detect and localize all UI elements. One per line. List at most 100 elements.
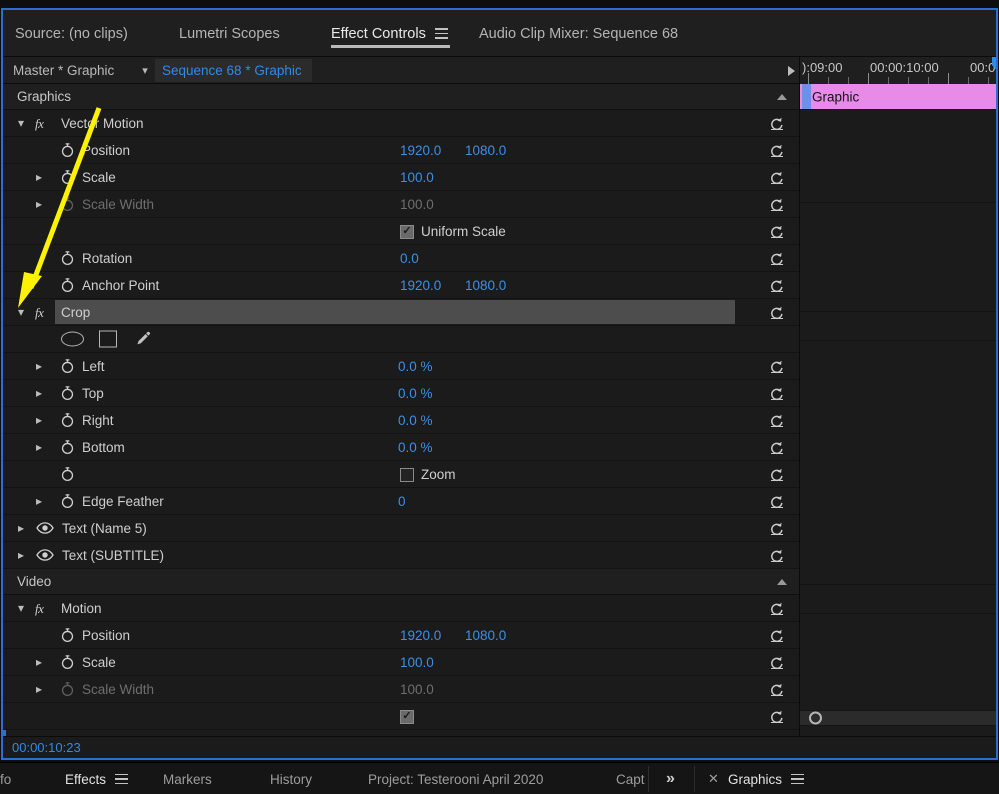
checkbox-unchecked-icon[interactable]: [400, 467, 414, 482]
param-value-y[interactable]: 1080.0: [465, 137, 506, 164]
bottom-tab-graphics[interactable]: Graphics: [728, 763, 805, 794]
tab-effect-controls[interactable]: Effect Controls: [331, 10, 450, 57]
disclosure-open-icon[interactable]: ▾: [13, 299, 29, 326]
param-row-scale[interactable]: ▸ Scale 100.0: [3, 164, 799, 191]
timeline-ruler[interactable]: ):09:00 00:00:10:00 00:0: [800, 57, 996, 84]
group-header-graphics[interactable]: Graphics: [3, 84, 799, 110]
checkbox-checked-icon[interactable]: ✓: [400, 224, 414, 239]
timeline-clip-bar[interactable]: Graphic: [800, 84, 996, 110]
panel-menu-icon[interactable]: [434, 28, 448, 39]
reset-icon[interactable]: [769, 412, 785, 428]
param-row-uniform-scale[interactable]: ✓ Uniform Scale: [3, 218, 799, 245]
stopwatch-icon[interactable]: [60, 466, 75, 482]
stopwatch-icon[interactable]: [60, 169, 75, 185]
zoom-scrollbar-knob[interactable]: [809, 711, 822, 725]
param-value-x[interactable]: 1920.0: [400, 622, 441, 649]
param-value[interactable]: 100.0: [400, 649, 434, 676]
reset-icon[interactable]: [769, 304, 785, 320]
param-row-motion-position[interactable]: Position 1920.0 1080.0: [3, 622, 799, 649]
disclosure-closed-icon[interactable]: ▸: [31, 353, 47, 380]
param-row-motion-scale[interactable]: ▸ Scale 100.0: [3, 649, 799, 676]
param-value[interactable]: 100.0: [400, 164, 434, 191]
param-row-crop-bottom[interactable]: ▸ Bottom 0.0 %: [3, 434, 799, 461]
bottom-tab-project[interactable]: Project: Testerooni April 2020: [368, 763, 543, 794]
eye-visibility-icon[interactable]: [36, 522, 54, 535]
param-row-anchor-point[interactable]: Anchor Point 1920.0 1080.0: [3, 272, 799, 299]
stopwatch-icon[interactable]: [60, 385, 75, 401]
collapse-triangle-icon[interactable]: [777, 93, 787, 100]
reset-icon[interactable]: [769, 115, 785, 131]
ellipse-mask-icon[interactable]: [61, 331, 84, 347]
param-row-crop-left[interactable]: ▸ Left 0.0 %: [3, 353, 799, 380]
reset-icon[interactable]: [769, 142, 785, 158]
uniform-scale-checkbox-group[interactable]: ✓: [400, 703, 414, 730]
bottom-tab-captions[interactable]: Capt: [616, 763, 645, 794]
disclosure-closed-icon[interactable]: ▸: [31, 164, 47, 191]
collapse-triangle-icon[interactable]: [777, 578, 787, 585]
layer-row-text-name5[interactable]: ▸ Text (Name 5): [3, 515, 799, 542]
sequence-clip-label[interactable]: Sequence 68 * Graphic: [155, 59, 312, 82]
param-value[interactable]: 0.0: [400, 245, 419, 272]
rectangle-mask-icon[interactable]: [99, 330, 117, 348]
reset-icon[interactable]: [769, 600, 785, 616]
chevron-down-icon[interactable]: ▾: [136, 57, 154, 84]
effect-row-vector-motion[interactable]: ▾ fx Vector Motion: [3, 110, 799, 137]
stopwatch-icon[interactable]: [60, 277, 75, 293]
stopwatch-icon[interactable]: [60, 358, 75, 374]
disclosure-closed-icon[interactable]: ▸: [31, 191, 47, 218]
stopwatch-icon[interactable]: [60, 627, 75, 643]
reset-icon[interactable]: [769, 385, 785, 401]
reset-icon[interactable]: [769, 681, 785, 697]
param-value-y[interactable]: 1080.0: [465, 622, 506, 649]
param-row-crop-right[interactable]: ▸ Right 0.0 %: [3, 407, 799, 434]
reset-icon[interactable]: [769, 196, 785, 212]
bottom-tab-info[interactable]: fo: [0, 763, 11, 794]
effect-row-motion[interactable]: ▾ fx Motion: [3, 595, 799, 622]
bottom-tab-markers[interactable]: Markers: [163, 763, 212, 794]
param-row-motion-scale-width[interactable]: ▸ Scale Width 100.0: [3, 676, 799, 703]
reset-icon[interactable]: [769, 627, 785, 643]
clip-left-handle[interactable]: [802, 84, 811, 109]
group-header-video[interactable]: Video: [3, 569, 799, 595]
stopwatch-icon[interactable]: [60, 654, 75, 670]
disclosure-open-icon[interactable]: ▾: [13, 110, 29, 137]
reset-icon[interactable]: [769, 493, 785, 509]
param-row-edge-feather[interactable]: ▸ Edge Feather 0: [3, 488, 799, 515]
reset-icon[interactable]: [769, 250, 785, 266]
param-value[interactable]: 0.0 %: [398, 407, 433, 434]
disclosure-closed-icon[interactable]: ▸: [31, 676, 47, 703]
tab-audio-clip-mixer[interactable]: Audio Clip Mixer: Sequence 68: [479, 10, 678, 57]
effect-controls-timeline[interactable]: ):09:00 00:00:10:00 00:0 Graphic: [799, 57, 996, 736]
close-icon[interactable]: ✕: [708, 763, 719, 794]
overflow-chevrons-icon[interactable]: »: [666, 763, 675, 794]
param-row-partial-clipped[interactable]: ✓: [3, 703, 799, 730]
bottom-tab-history[interactable]: History: [270, 763, 312, 794]
pen-tool-icon[interactable]: [134, 330, 152, 348]
param-row-zoom[interactable]: Zoom: [3, 461, 799, 488]
disclosure-closed-icon[interactable]: ▸: [31, 407, 47, 434]
reset-icon[interactable]: [769, 654, 785, 670]
param-value-x[interactable]: 1920.0: [400, 137, 441, 164]
disclosure-closed-icon[interactable]: ▸: [31, 649, 47, 676]
zoom-checkbox-group[interactable]: Zoom: [400, 461, 456, 488]
reset-icon[interactable]: [769, 520, 785, 536]
panel-menu-icon[interactable]: [791, 773, 805, 785]
param-value[interactable]: 0.0 %: [398, 434, 433, 461]
panel-menu-icon[interactable]: [115, 773, 129, 785]
timeline-body[interactable]: Graphic: [800, 84, 996, 736]
stopwatch-icon[interactable]: [60, 439, 75, 455]
stopwatch-icon[interactable]: [60, 493, 75, 509]
stopwatch-icon[interactable]: [60, 412, 75, 428]
reset-icon[interactable]: [769, 439, 785, 455]
disclosure-closed-icon[interactable]: ▸: [31, 488, 47, 515]
param-value[interactable]: 0: [398, 488, 406, 515]
reset-icon[interactable]: [769, 223, 785, 239]
tab-source[interactable]: Source: (no clips): [15, 10, 128, 57]
effect-row-crop[interactable]: ▾ fx Crop: [3, 299, 799, 326]
tab-lumetri-scopes[interactable]: Lumetri Scopes: [179, 10, 280, 57]
current-timecode[interactable]: 00:00:10:23: [12, 740, 81, 755]
play-icon[interactable]: [783, 57, 799, 84]
disclosure-open-icon[interactable]: ▾: [13, 595, 29, 622]
stopwatch-icon[interactable]: [60, 250, 75, 266]
disclosure-closed-icon[interactable]: ▸: [13, 515, 29, 542]
